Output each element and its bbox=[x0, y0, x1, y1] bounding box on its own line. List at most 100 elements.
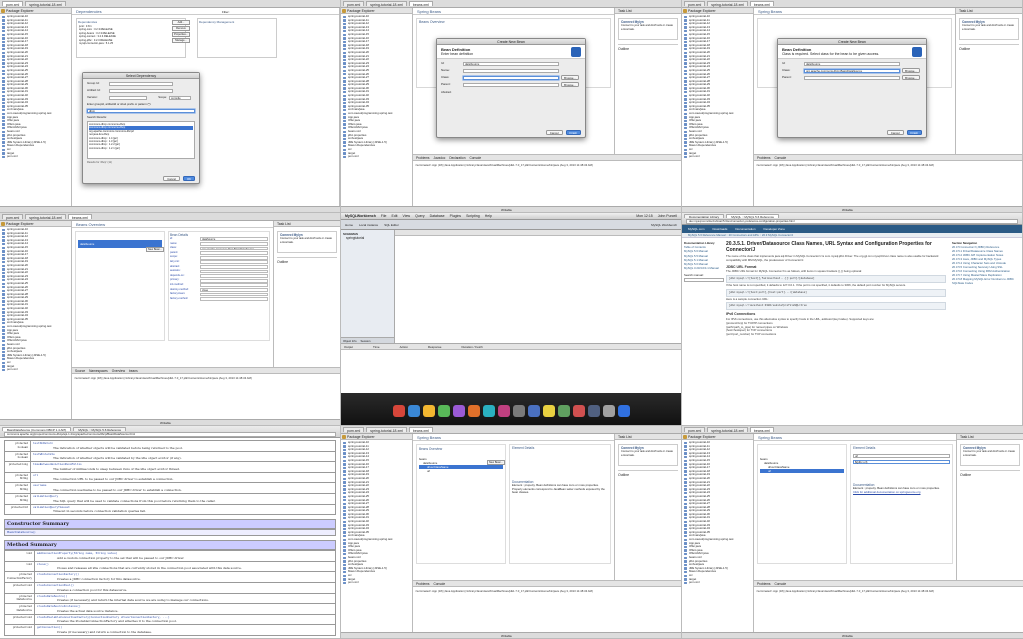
tab-pom[interactable]: pom.xml bbox=[684, 427, 706, 433]
tree-item[interactable]: pom.xml bbox=[684, 581, 751, 585]
dock-app-icon[interactable] bbox=[512, 405, 525, 417]
menu-query[interactable]: Query bbox=[415, 213, 425, 219]
attribute-input[interactable] bbox=[200, 292, 268, 297]
nav-mysql[interactable]: MySQL.com bbox=[688, 225, 705, 233]
tab-spring-tutorial[interactable]: spring-tutorial-18.xml bbox=[25, 1, 66, 7]
attribute-input[interactable] bbox=[200, 297, 268, 301]
tab-problems[interactable]: Problems bbox=[757, 581, 770, 586]
dock-app-icon[interactable] bbox=[602, 405, 615, 417]
user-name[interactable]: John Purcell bbox=[658, 213, 681, 219]
attribute-input[interactable] bbox=[200, 241, 268, 246]
tab-namespaces[interactable]: Namespaces bbox=[89, 368, 108, 373]
project-tree[interactable]: spring-tutorial-10 spring-tutorial-11 spri… bbox=[341, 440, 412, 586]
browser-tab[interactable]: Documentation Library bbox=[684, 214, 725, 219]
class-input[interactable]: org.apache.commons.dbcp.BasicDataSource bbox=[804, 68, 900, 73]
address-bar[interactable]: dev.mysql.com/doc/refman/5.6/en/connecto… bbox=[686, 219, 1018, 224]
attribute-input[interactable]: org.apache.commons.dbcp.BasicDataSource bbox=[200, 246, 268, 251]
dock-app-icon[interactable] bbox=[572, 405, 585, 417]
tree-item[interactable]: pom.xml bbox=[2, 368, 69, 372]
tab-console[interactable]: Console bbox=[774, 155, 786, 160]
address-bar[interactable]: commons.apache.org/proper/commons-dbcp/a… bbox=[4, 432, 336, 437]
dock-app-icon[interactable] bbox=[617, 405, 630, 417]
schema-item[interactable]: springtutorial bbox=[343, 236, 392, 240]
menu-help[interactable]: Help bbox=[485, 213, 492, 219]
home-tab[interactable]: Home bbox=[345, 220, 353, 229]
properties-button[interactable]: Properties... bbox=[172, 32, 190, 37]
dock-app-icon[interactable] bbox=[422, 405, 435, 417]
project-tree[interactable]: spring-tutorial-10 spring-tutorial-11 spri… bbox=[341, 14, 412, 160]
attribute-input[interactable] bbox=[200, 251, 268, 255]
tab-beans[interactable]: beans.xml bbox=[67, 214, 92, 220]
search-manual-input[interactable] bbox=[684, 277, 724, 282]
cancel-button[interactable]: Cancel bbox=[545, 130, 563, 135]
browse-parent-button[interactable]: Browse... bbox=[561, 82, 579, 87]
dock-app-icon[interactable] bbox=[557, 405, 570, 417]
tab-javadoc[interactable]: Javadoc bbox=[433, 155, 445, 160]
browser-tab-active[interactable]: MySQL :: MySQL 5.6 Reference bbox=[726, 214, 779, 219]
menu-plugins[interactable]: Plugins bbox=[450, 213, 461, 219]
ok-button[interactable]: OK bbox=[182, 176, 195, 181]
tab-problems[interactable]: Problems bbox=[416, 155, 429, 160]
parent-input[interactable] bbox=[463, 82, 559, 87]
menu-file[interactable]: File bbox=[381, 213, 387, 219]
search-results-list[interactable]: commons-dbcp commons-dbcp commons-dbcp c… bbox=[87, 121, 195, 159]
attribute-input[interactable]: dataSource bbox=[200, 237, 268, 242]
cancel-button[interactable]: Cancel bbox=[163, 176, 180, 181]
tab-console[interactable]: Console bbox=[469, 155, 481, 160]
attribute-input[interactable] bbox=[200, 269, 268, 274]
tab-console[interactable]: Console bbox=[433, 581, 445, 586]
tree-item[interactable]: pom.xml bbox=[343, 155, 410, 159]
tree-item[interactable]: pom.xml bbox=[343, 581, 410, 585]
tab-spring-tutorial[interactable]: spring-tutorial-18.xml bbox=[25, 214, 66, 220]
new-bean-button[interactable]: New Bean... bbox=[487, 460, 505, 465]
constructor-link[interactable]: BasicDataSource() bbox=[4, 529, 336, 537]
manage-button[interactable]: Manage... bbox=[172, 38, 190, 43]
new-bean-button[interactable]: New Bean... bbox=[146, 247, 164, 252]
tab-source[interactable]: Source bbox=[75, 368, 85, 373]
parent-input[interactable] bbox=[804, 75, 900, 80]
scope-select[interactable]: compile bbox=[169, 95, 191, 100]
menu-edit[interactable]: Edit bbox=[392, 213, 398, 219]
search-input[interactable]: dbcp bbox=[87, 108, 195, 113]
project-tree[interactable]: spring-tutorial-10 spring-tutorial-11 spri… bbox=[682, 440, 753, 586]
dock-app-icon[interactable] bbox=[527, 405, 540, 417]
nav-documentation[interactable]: Documentation bbox=[735, 225, 755, 233]
tab-pom[interactable]: pom.xml bbox=[343, 427, 365, 433]
menu-view[interactable]: View bbox=[403, 213, 411, 219]
menu-app[interactable]: MySQLWorkbench bbox=[345, 213, 376, 219]
sql-editor-tab[interactable]: SQL Editor bbox=[384, 220, 399, 229]
connect-mylyn-link[interactable]: Connect to your task and ALM tools or cr… bbox=[621, 450, 673, 456]
tab-pom[interactable]: pom.xml bbox=[343, 1, 365, 7]
attribute-input[interactable]: close bbox=[200, 287, 268, 292]
id-input[interactable]: dataSource bbox=[463, 61, 559, 66]
project-tree[interactable]: spring-tutorial-10 spring-tutorial-11 spri… bbox=[682, 14, 753, 160]
connect-mylyn-link[interactable]: Connect to your task and ALM tools or cr… bbox=[280, 237, 332, 243]
dock-app-icon[interactable] bbox=[482, 405, 495, 417]
version-input[interactable] bbox=[109, 95, 147, 100]
id-input[interactable]: dataSource bbox=[804, 61, 900, 66]
breadcrumb[interactable]: MySQL 5.6 Reference Manual :: 20 Connect… bbox=[682, 233, 1022, 238]
result-item[interactable]: commons-dbcp : 1.2.1 [jar] bbox=[89, 147, 193, 150]
connect-mylyn-link[interactable]: Connect to your task and ALM tools or cr… bbox=[962, 24, 1014, 30]
tab-pom[interactable]: pom.xml bbox=[2, 214, 24, 220]
tab-beans[interactable]: beans.xml bbox=[749, 1, 774, 7]
tab-pom[interactable]: pom.xml bbox=[2, 1, 24, 7]
add-button[interactable]: Add... bbox=[172, 20, 190, 25]
menu-scripting[interactable]: Scripting bbox=[466, 213, 480, 219]
side-link[interactable]: MySQL 3.23/4.0/4.1 Manual bbox=[684, 266, 724, 270]
dock-app-icon[interactable] bbox=[497, 405, 510, 417]
browse-class-button[interactable]: Browse... bbox=[902, 68, 920, 73]
attribute-input[interactable] bbox=[200, 264, 268, 269]
dependencies-list[interactable]: Dependencies junit : 3.8.1 spring-core :… bbox=[76, 18, 186, 58]
cancel-button[interactable]: Cancel bbox=[886, 130, 904, 135]
dock-app-icon[interactable] bbox=[392, 405, 405, 417]
tab-beans[interactable]: beans.xml bbox=[408, 1, 433, 7]
attribute-input[interactable] bbox=[200, 283, 268, 288]
tab-console[interactable]: Console bbox=[774, 581, 786, 586]
tab-problems[interactable]: Problems bbox=[757, 155, 770, 160]
browse-parent-button[interactable]: Browse... bbox=[902, 75, 920, 80]
artifact-id-input[interactable] bbox=[109, 88, 173, 93]
value-input[interactable]: ${jdbc.url} bbox=[853, 459, 950, 464]
tab-declaration[interactable]: Declaration bbox=[449, 155, 465, 160]
dock-app-icon[interactable] bbox=[542, 405, 555, 417]
